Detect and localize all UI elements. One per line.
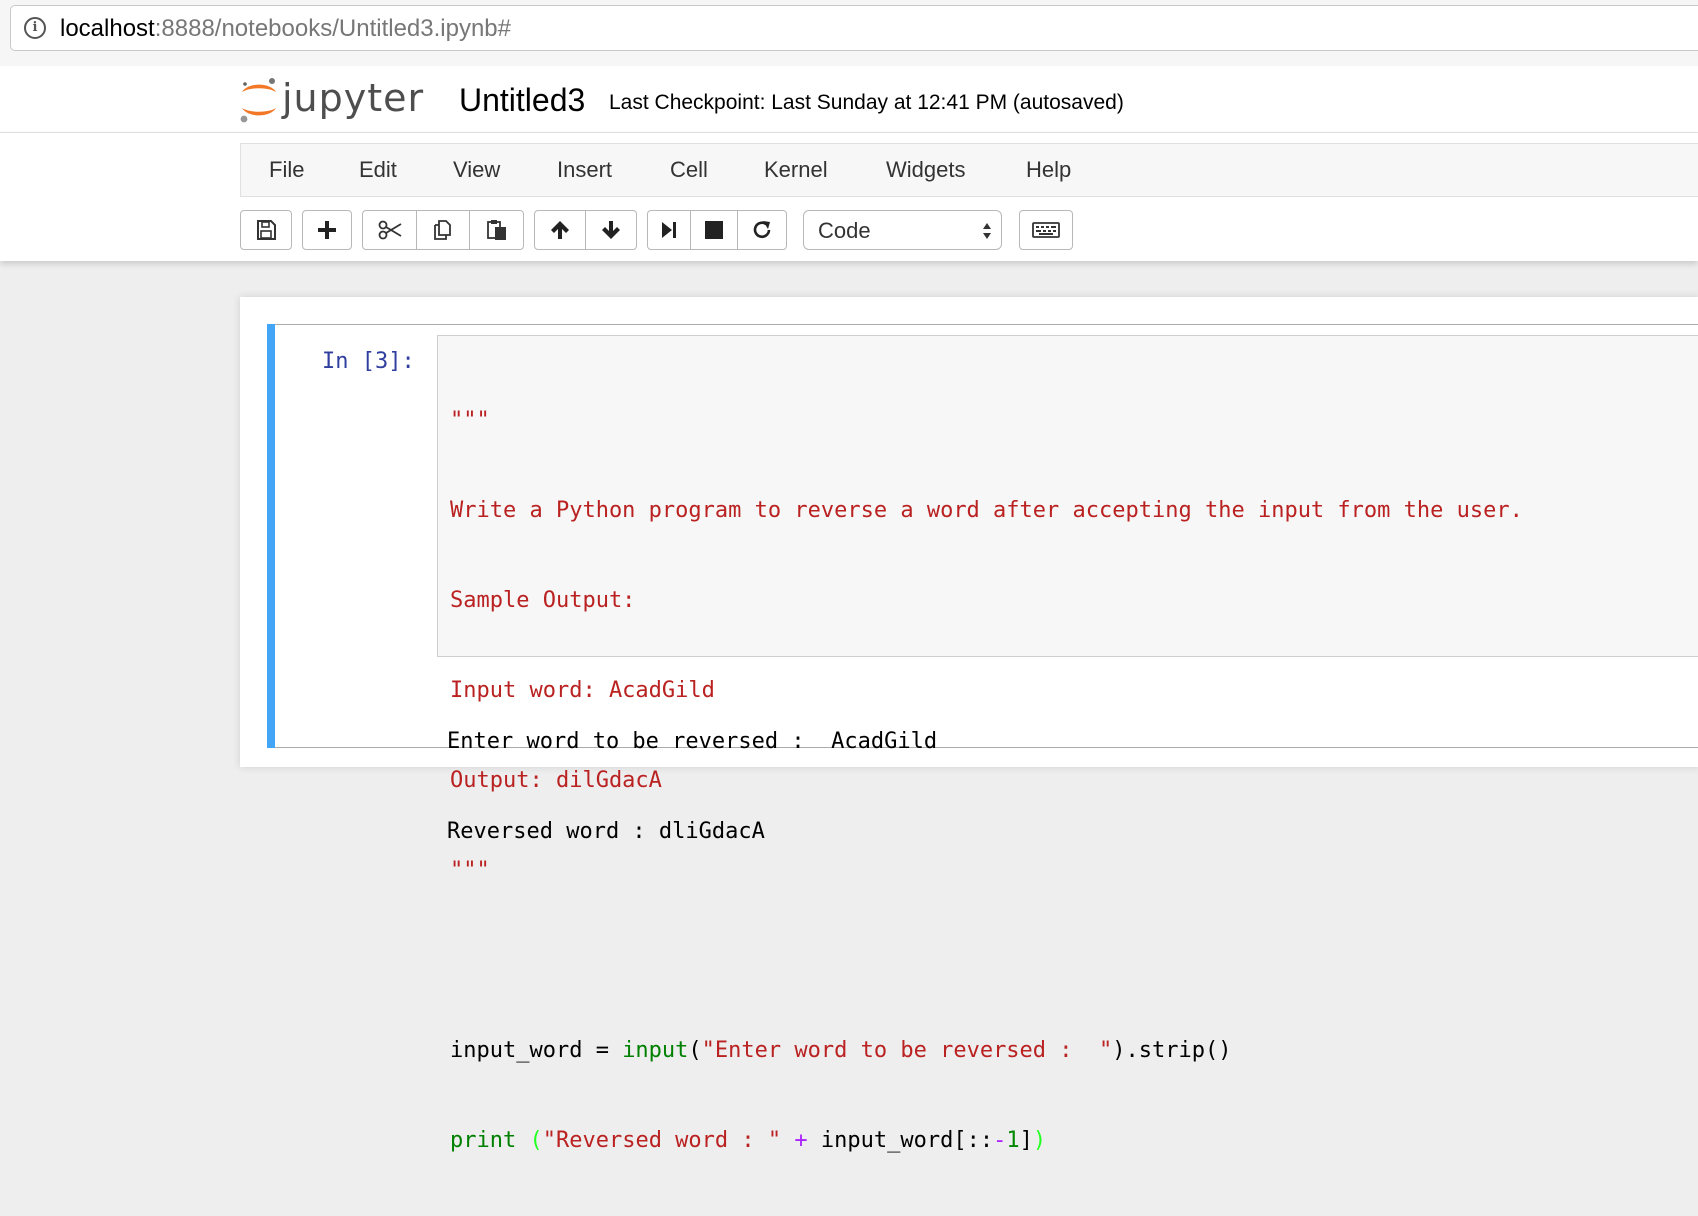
run-cell-button[interactable] [647, 210, 691, 250]
cell-type-select[interactable]: Code [803, 210, 1002, 250]
move-down-button[interactable] [585, 210, 637, 250]
browser-toolbar: i localhost:8888/notebooks/Untitled3.ipy… [0, 0, 1698, 67]
code-token: 1 [1006, 1128, 1020, 1153]
jupyter-logo-icon [240, 78, 276, 123]
code-cell[interactable]: In [3]: """ Write a Python program to re… [267, 324, 1698, 1153]
info-icon[interactable]: i [24, 17, 46, 39]
code-editor[interactable]: """ Write a Python program to reverse a … [437, 335, 1698, 1153]
code-token: input [622, 1038, 689, 1063]
code-line: Write a Python program to reverse a word… [450, 498, 1523, 523]
arrow-up-icon [551, 221, 569, 239]
code-line: Sample Output: [450, 588, 636, 613]
checkpoint-status: Last Checkpoint: Last Sunday at 12:41 PM… [609, 91, 1124, 114]
input-prompt: In [3]: [322, 349, 415, 374]
menubar: File Edit View Insert Cell Kernel Widget… [240, 143, 1698, 197]
restart-kernel-button[interactable] [737, 210, 787, 250]
menu-widgets[interactable]: Widgets [886, 158, 965, 182]
menu-insert[interactable]: Insert [557, 158, 612, 182]
jupyter-logo[interactable]: jupyter [238, 75, 428, 125]
move-up-button[interactable] [534, 210, 586, 250]
code-token: "Reversed word : " [542, 1128, 782, 1153]
cell-output: Enter word to be reversed : AcadGild Rev… [447, 667, 937, 907]
notebook-header: jupyter Untitled3 Last Checkpoint: Last … [0, 66, 1698, 133]
url-path: :8888/notebooks/Untitled3.ipynb# [154, 15, 511, 42]
code-token: + [794, 1128, 808, 1153]
cell-type-value: Code [818, 218, 871, 243]
plus-icon [318, 221, 336, 239]
menu-file[interactable]: File [269, 158, 304, 182]
keyboard-icon [1032, 222, 1060, 238]
output-line: Enter word to be reversed : AcadGild [447, 729, 938, 754]
save-icon [257, 220, 276, 240]
menu-help[interactable]: Help [1026, 158, 1071, 182]
address-bar[interactable]: i localhost:8888/notebooks/Untitled3.ipy… [10, 5, 1698, 51]
menu-view[interactable]: View [453, 158, 500, 182]
copy-icon [434, 220, 451, 240]
code-token: ( [688, 1038, 702, 1063]
code-token: ).strip() [1112, 1038, 1232, 1063]
url-host: localhost [60, 15, 155, 42]
menu-toolbar-area: File Edit View Insert Cell Kernel Widget… [0, 133, 1698, 261]
code-token: "Enter word to be reversed : " [701, 1038, 1113, 1063]
menu-kernel[interactable]: Kernel [764, 158, 828, 182]
code-token: - [993, 1128, 1007, 1153]
insert-cell-button[interactable] [302, 210, 352, 250]
logo-text: jupyter [282, 76, 425, 120]
menu-edit[interactable]: Edit [359, 158, 397, 182]
toolbar: Code [240, 210, 1240, 254]
step-forward-icon [662, 222, 676, 238]
copy-button[interactable] [416, 210, 470, 250]
restart-icon [753, 221, 771, 239]
cut-button[interactable] [362, 210, 417, 250]
paste-button[interactable] [469, 210, 524, 250]
code-token: ) [1032, 1128, 1047, 1153]
save-button[interactable] [240, 210, 292, 250]
stop-icon [705, 221, 723, 239]
code-line: """ [450, 408, 490, 433]
menu-cell[interactable]: Cell [670, 158, 708, 182]
select-arrows-icon [983, 223, 991, 239]
selected-cell-indicator [267, 324, 275, 748]
code-line: input_word = input("Enter word to be rev… [450, 1036, 1523, 1066]
arrow-down-icon [602, 221, 620, 239]
code-token: print [450, 1128, 517, 1153]
notebook-container: In [3]: """ Write a Python program to re… [240, 297, 1698, 1153]
paste-icon [486, 220, 506, 240]
code-line: print ("Reversed word : " + input_word[:… [450, 1126, 1523, 1156]
interrupt-button[interactable] [690, 210, 738, 250]
code-token: ( [516, 1128, 543, 1153]
code-token: input_word[:: [807, 1128, 994, 1153]
code-token: input_word = [450, 1038, 623, 1063]
url-text[interactable]: localhost:8888/notebooks/Untitled3.ipynb… [60, 16, 511, 42]
keyboard-shortcuts-button[interactable] [1019, 210, 1073, 250]
scissors-icon [378, 220, 401, 240]
output-line: Reversed word : dliGdacA [447, 819, 765, 844]
code-token: ] [1019, 1128, 1033, 1153]
notebook-name[interactable]: Untitled3 [459, 82, 585, 118]
